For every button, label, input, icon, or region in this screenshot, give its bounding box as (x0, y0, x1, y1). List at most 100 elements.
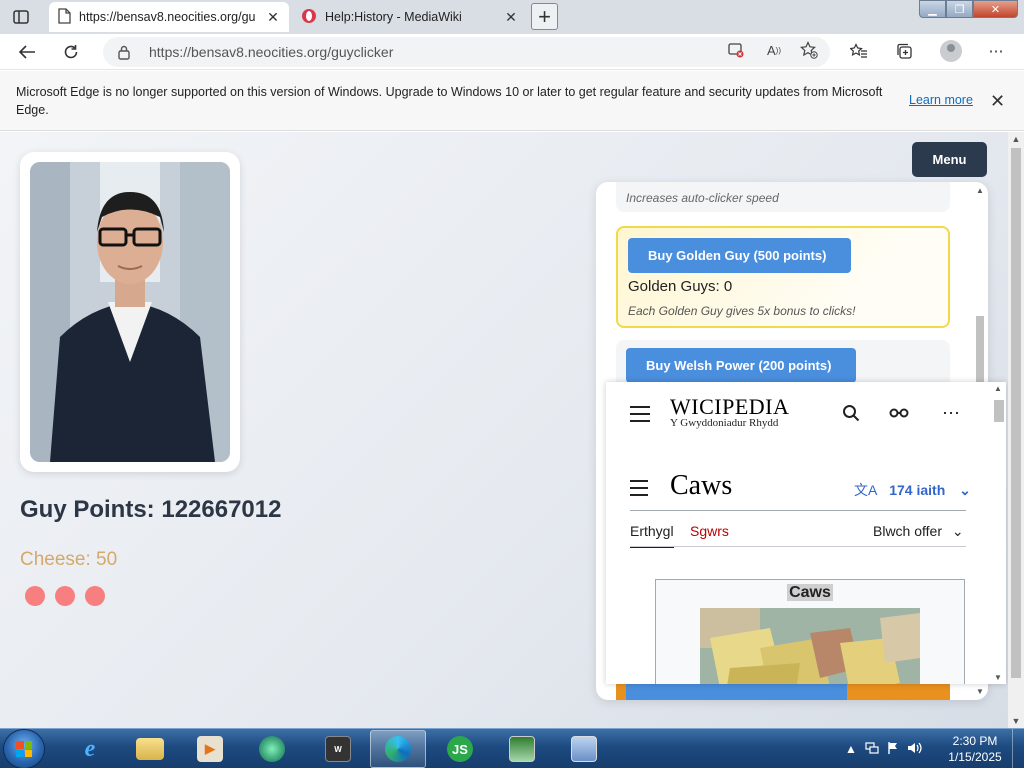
internet-explorer-icon: e (84, 735, 96, 762)
shop-item-partial (616, 682, 950, 700)
clock-time: 2:30 PM (952, 734, 998, 748)
tab-close-icon[interactable]: ✕ (265, 9, 281, 25)
tracking-blocked-icon[interactable] (727, 41, 745, 59)
page-scrollbar[interactable]: ▲ ▼ (1008, 132, 1024, 728)
taskbar-js-app[interactable]: JS (432, 730, 488, 768)
dot (55, 586, 75, 606)
guy-photo-card[interactable] (20, 152, 240, 472)
wikipedia-tagline: Y Gwyddoniadur Rhydd (670, 417, 779, 429)
main-menu-icon[interactable] (630, 406, 650, 427)
article-title: Caws (670, 470, 733, 501)
infobar-message: Microsoft Edge is no longer supported on… (16, 85, 883, 117)
url-text: https://bensav8.neocities.org/guyclicker (149, 44, 394, 60)
new-tab-button[interactable]: + (531, 3, 558, 30)
menu-button[interactable]: Menu (912, 142, 987, 177)
unsupported-windows-infobar: Microsoft Edge is no longer supported on… (0, 71, 1024, 131)
wikipedia-popup[interactable]: WICIPEDIA Y Gwyddoniadur Rhydd ⋯ Caws 文A… (606, 382, 1006, 684)
tab-strip: https://bensav8.neocities.org/gu ✕ Help:… (0, 0, 1024, 34)
tab-close-icon[interactable]: ✕ (503, 9, 519, 25)
refresh-button[interactable] (58, 40, 84, 64)
reading-glasses-icon[interactable] (888, 402, 910, 424)
taskbar-microsoft-edge[interactable] (370, 730, 426, 768)
tab-title: Help:History - MediaWiki (325, 10, 462, 24)
scroll-down-icon[interactable]: ▼ (992, 673, 1004, 682)
address-bar[interactable]: https://bensav8.neocities.org/guyclicker (103, 37, 830, 67)
learn-more-link[interactable]: Learn more (909, 93, 973, 107)
tab-actions-icon[interactable] (8, 6, 34, 28)
taskbar-file-explorer[interactable] (122, 730, 178, 768)
search-icon[interactable] (840, 402, 862, 424)
computer-app-icon (571, 736, 597, 762)
tab-article[interactable]: Erthygl (630, 523, 674, 548)
show-hidden-icons-icon[interactable]: ▲ (845, 742, 857, 756)
minimize-button[interactable]: ▁ (919, 0, 946, 18)
start-button[interactable] (4, 730, 44, 768)
chevron-down-icon: ⌄ (951, 523, 964, 539)
clock-date: 1/15/2025 (948, 750, 1002, 764)
tab-talk[interactable]: Sgwrs (690, 523, 729, 539)
scroll-thumb[interactable] (994, 400, 1004, 422)
scroll-up-icon[interactable]: ▲ (992, 384, 1004, 393)
close-window-button[interactable]: ✕ (973, 0, 1018, 18)
taskbar-app-monitor[interactable] (494, 730, 550, 768)
network-icon[interactable] (865, 741, 879, 758)
cheese-image[interactable] (700, 608, 920, 684)
item-description: Increases auto-clicker speed (626, 191, 779, 205)
taskbar-app-computer[interactable] (556, 730, 612, 768)
buy-welsh-power-button[interactable]: Buy Welsh Power (200 points) (626, 348, 856, 383)
volume-icon[interactable] (907, 741, 923, 758)
more-options-icon[interactable]: ⋯ (985, 40, 1007, 62)
system-tray: ▲ (845, 729, 923, 768)
infobox-caption: Caws (656, 584, 964, 602)
scroll-down-icon[interactable]: ▼ (974, 687, 986, 696)
lock-icon[interactable] (117, 44, 131, 63)
scroll-down-icon[interactable]: ▼ (1008, 716, 1024, 726)
globe-app-icon (259, 736, 285, 762)
taskbar-media-player[interactable]: ▶ (182, 730, 238, 768)
profile-avatar[interactable] (940, 40, 962, 62)
show-desktop-button[interactable] (1012, 729, 1024, 768)
action-center-flag-icon[interactable] (887, 741, 899, 758)
scroll-up-icon[interactable]: ▲ (1008, 134, 1024, 144)
restore-button[interactable]: ❐ (946, 0, 973, 18)
tab-title: https://bensav8.neocities.org/gu (79, 10, 256, 24)
tab-mediawiki[interactable]: Help:History - MediaWiki ✕ (293, 2, 527, 32)
toolbar: https://bensav8.neocities.org/guyclicker… (0, 34, 1024, 70)
language-selector[interactable]: 文A 174 iaith ⌄ (854, 480, 971, 500)
loading-dots (25, 586, 105, 606)
js-app-icon: JS (447, 736, 473, 762)
table-of-contents-icon[interactable] (630, 480, 648, 501)
taskbar-clock[interactable]: 2:30 PM 1/15/2025 (942, 733, 1008, 765)
favorites-icon[interactable] (848, 40, 870, 62)
page-document-icon (57, 7, 71, 27)
tab-guyclicker[interactable]: https://bensav8.neocities.org/gu ✕ (49, 2, 289, 32)
infobar-close-icon[interactable]: ✕ (990, 91, 1005, 112)
infobox-caption-text: Caws (787, 584, 833, 601)
wiki-scrollbar[interactable]: ▲ ▼ (992, 384, 1004, 682)
opera-style-favicon-icon (301, 8, 317, 27)
dot (25, 586, 45, 606)
scroll-up-icon[interactable]: ▲ (974, 186, 986, 195)
shop-item-golden-guy: Buy Golden Guy (500 points) Golden Guys:… (616, 226, 950, 328)
tools-dropdown[interactable]: Blwch offer ⌄ (873, 523, 964, 540)
scroll-thumb[interactable] (1011, 148, 1021, 678)
windows-logo-icon (16, 741, 32, 757)
more-options-icon[interactable]: ⋯ (940, 402, 962, 424)
read-aloud-icon[interactable]: A)) (765, 41, 783, 59)
taskbar-app-disc[interactable]: W (310, 730, 366, 768)
guy-photo[interactable] (30, 162, 230, 462)
divider (630, 510, 966, 511)
chevron-down-icon: ⌄ (959, 482, 971, 498)
taskbar: e ▶ W JS ▲ 2:30 PM 1/15/2025 (0, 728, 1024, 768)
add-favorite-icon[interactable] (800, 41, 818, 59)
taskbar-app-globe[interactable] (244, 730, 300, 768)
shop-item-partial-button[interactable] (626, 682, 847, 700)
buy-golden-guy-button[interactable]: Buy Golden Guy (500 points) (628, 238, 851, 273)
back-button[interactable] (14, 40, 40, 64)
golden-guys-count: Golden Guys: 0 (628, 278, 733, 295)
cheese-counter: Cheese: 50 (20, 549, 118, 570)
edge-icon (385, 736, 411, 762)
taskbar-internet-explorer[interactable]: e (62, 730, 118, 768)
dot (85, 586, 105, 606)
collections-icon[interactable] (893, 40, 915, 62)
